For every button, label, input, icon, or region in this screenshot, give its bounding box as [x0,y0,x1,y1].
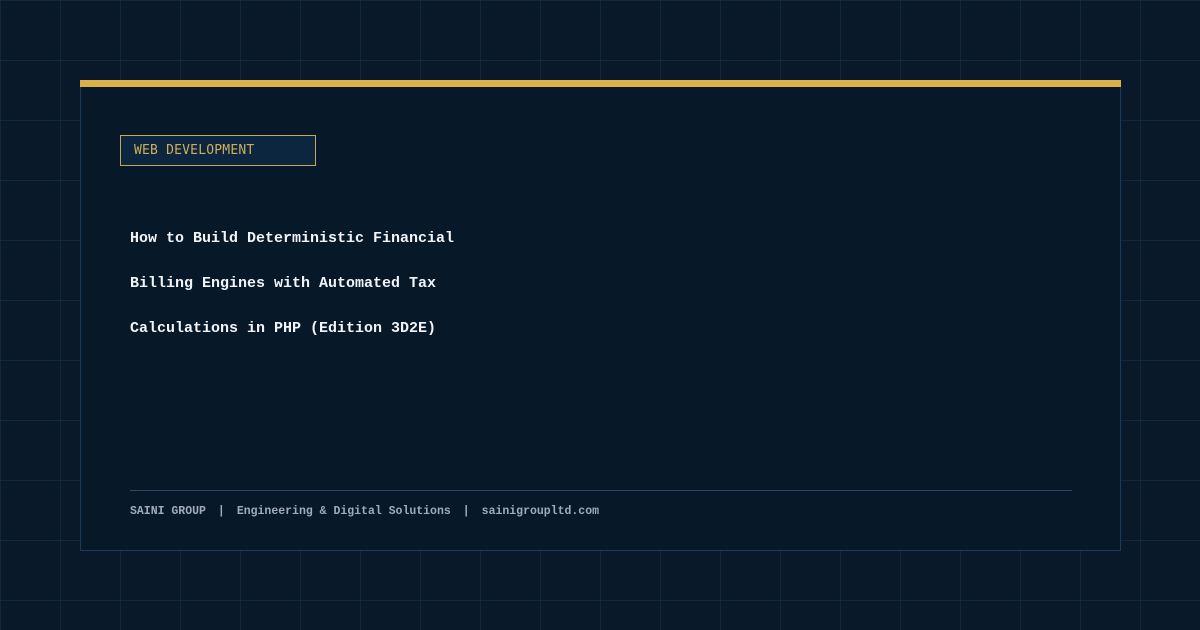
footer-company: SAINI GROUP [130,505,206,518]
article-title: How to Build Deterministic Financial Bil… [130,216,830,351]
title-line-1: How to Build Deterministic Financial [130,230,455,247]
footer-separator: | [462,505,470,518]
footer: SAINI GROUP | Engineering & Digital Soluti… [130,502,599,522]
title-line-3: Calculations in PHP (Edition 3D2E) [130,320,437,337]
footer-tagline: Engineering & Digital Solutions [236,505,451,518]
footer-separator: | [217,505,225,518]
footer-divider [130,490,1072,491]
title-line-2: Billing Engines with Automated Tax [130,275,437,292]
category-badge: WEB DEVELOPMENT [120,135,316,166]
article-card: WEB DEVELOPMENT How to Build Determinist… [80,80,1121,551]
accent-bar [80,80,1121,87]
footer-website: sainigroupltd.com [481,505,599,518]
